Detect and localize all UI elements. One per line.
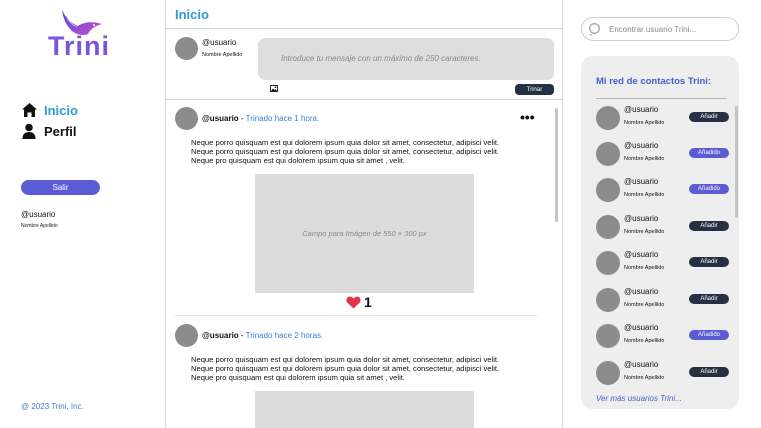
post-line: Neque pro quisquam est qui dolorem ipsum… [191, 156, 405, 166]
contact-user-handle[interactable]: @usuario [624, 214, 658, 223]
trinar-button[interactable]: Trinar [515, 84, 554, 95]
heart-icon [346, 296, 361, 308]
avatar [596, 288, 620, 312]
contact-user-name: Nombre Apellido [624, 265, 665, 271]
avatar [596, 178, 620, 202]
post-user-handle[interactable]: @usuario [202, 331, 239, 340]
avatar [596, 361, 620, 385]
see-more-users-link[interactable]: Ver más usuarios Trini... [596, 394, 682, 403]
contact-user-name: Nombre Apellido [624, 302, 665, 308]
user-icon [20, 122, 38, 140]
contact-item: @usuario Nombre Apellido Añadido [596, 138, 731, 168]
contact-item: @usuario Nombre Apellido Añadir [596, 102, 731, 132]
add-contact-button[interactable]: Añadir [689, 112, 729, 122]
contact-item: @usuario Nombre Apellido Añadir [596, 357, 731, 387]
contact-item: @usuario Nombre Apellido Añadir [596, 247, 731, 277]
contact-user-handle[interactable]: @usuario [624, 141, 658, 150]
post-line: Neque pro quisquam est qui dolorem ipsum… [191, 373, 405, 383]
contact-user-handle[interactable]: @usuario [624, 250, 658, 259]
post-body: Neque porro quisquam est qui dolorem ips… [191, 138, 543, 166]
divider [596, 98, 727, 99]
contact-item: @usuario Nombre Apellido Añadir [596, 284, 731, 314]
post-timestamp: Trinado hace 1 hora. [245, 114, 320, 123]
like-button[interactable]: 1 [346, 294, 372, 310]
contact-user-name: Nombre Apellido [624, 229, 665, 235]
more-options-icon[interactable]: ••• [520, 110, 535, 124]
attach-image-icon[interactable] [270, 85, 278, 92]
post-image-placeholder[interactable] [255, 391, 474, 428]
added-contact-button[interactable]: Añadido [689, 148, 729, 158]
add-contact-button[interactable]: Añadir [689, 367, 729, 377]
contact-user-name: Nombre Apellido [624, 192, 665, 198]
post-separator: - [238, 114, 246, 123]
contact-user-name: Nombre Apellido [624, 338, 665, 344]
post-separator: - [238, 331, 246, 340]
post-line: Neque porro quisquam est qui dolorem ips… [191, 138, 500, 147]
add-contact-button[interactable]: Añadir [689, 221, 729, 231]
current-user-handle: @usuario [21, 210, 56, 219]
contacts-card: Mi red de contactos Trini: @usuario Nomb… [581, 56, 739, 409]
user-search-box[interactable] [581, 17, 739, 41]
contact-user-handle[interactable]: @usuario [624, 177, 658, 186]
contact-user-handle[interactable]: @usuario [624, 105, 658, 114]
search-input[interactable] [609, 23, 729, 35]
contact-user-handle[interactable]: @usuario [624, 360, 658, 369]
feed-column: Inicio @usuario Nombre Apellido Introduc… [166, 0, 563, 428]
post-user-handle[interactable]: @usuario [202, 114, 239, 123]
avatar [175, 37, 198, 60]
avatar [596, 142, 620, 166]
post-line: Neque porro quisquam est qui dolorem ips… [191, 147, 500, 157]
avatar [596, 215, 620, 239]
avatar [596, 324, 620, 348]
avatar [175, 107, 198, 130]
added-contact-button[interactable]: Añadido [689, 330, 729, 340]
divider [166, 99, 562, 100]
post-line: Neque porro quisquam est qui dolorem ips… [191, 364, 500, 374]
post-timestamp: Trinado hace 2 horas. [245, 331, 324, 340]
contact-item: @usuario Nombre Apellido Añadir [596, 211, 731, 241]
contact-user-name: Nombre Apellido [624, 375, 665, 381]
add-contact-button[interactable]: Añadir [689, 294, 729, 304]
post-header: @usuario - Trinado hace 2 horas. [202, 331, 323, 340]
compose-user-handle: @usuario [202, 38, 237, 47]
contacts-scrollbar[interactable] [735, 106, 738, 218]
avatar [596, 251, 620, 275]
contact-user-name: Nombre Apellido [624, 120, 665, 126]
feed-scrollbar[interactable] [555, 108, 558, 222]
nav-item-inicio[interactable]: Inicio [20, 101, 78, 119]
added-contact-button[interactable]: Añadido [689, 184, 729, 194]
nav-item-perfil[interactable]: Perfil [20, 122, 77, 140]
post-image-placeholder[interactable]: Campo para Imágen de 550 × 300 px [255, 174, 474, 293]
post-body: Neque porro quisquam est qui dolorem ips… [191, 355, 543, 383]
logout-button[interactable]: Salir [21, 180, 100, 195]
post-line: Neque porro quisquam est qui dolorem ips… [191, 355, 500, 364]
divider [166, 28, 562, 29]
contacts-title: Mi red de contactos Trini: [596, 76, 712, 87]
contact-user-name: Nombre Apellido [624, 156, 665, 162]
avatar [175, 324, 198, 347]
nav-label-inicio: Inicio [44, 102, 78, 118]
like-count: 1 [364, 294, 372, 310]
logo-wordmark: Trini [48, 31, 111, 61]
search-icon [589, 23, 600, 36]
compose-message-input[interactable]: Introduce tu mensaje con un máximo de 25… [258, 38, 554, 80]
current-user-name: Nombre Apellido [21, 223, 58, 229]
contact-item: @usuario Nombre Apellido Añadido [596, 174, 731, 204]
post-header: @usuario - Trinado hace 1 hora. [202, 114, 319, 123]
compose-user-name: Nombre Apellido [202, 52, 243, 58]
contact-item: @usuario Nombre Apellido Añadido [596, 320, 731, 350]
contact-user-handle[interactable]: @usuario [624, 323, 658, 332]
copyright-text: @ 2023 Trini, Inc. [21, 402, 84, 411]
add-contact-button[interactable]: Añadir [689, 257, 729, 267]
right-panel: Mi red de contactos Trini: @usuario Nomb… [564, 0, 761, 428]
divider [175, 315, 537, 316]
page-title: Inicio [175, 7, 209, 22]
contact-user-handle[interactable]: @usuario [624, 287, 658, 296]
nav-label-perfil: Perfil [44, 123, 77, 139]
home-icon [20, 101, 38, 119]
left-sidebar: Trini Inicio Perfil Salir @usuario Nombr… [0, 0, 166, 428]
avatar [596, 106, 620, 130]
